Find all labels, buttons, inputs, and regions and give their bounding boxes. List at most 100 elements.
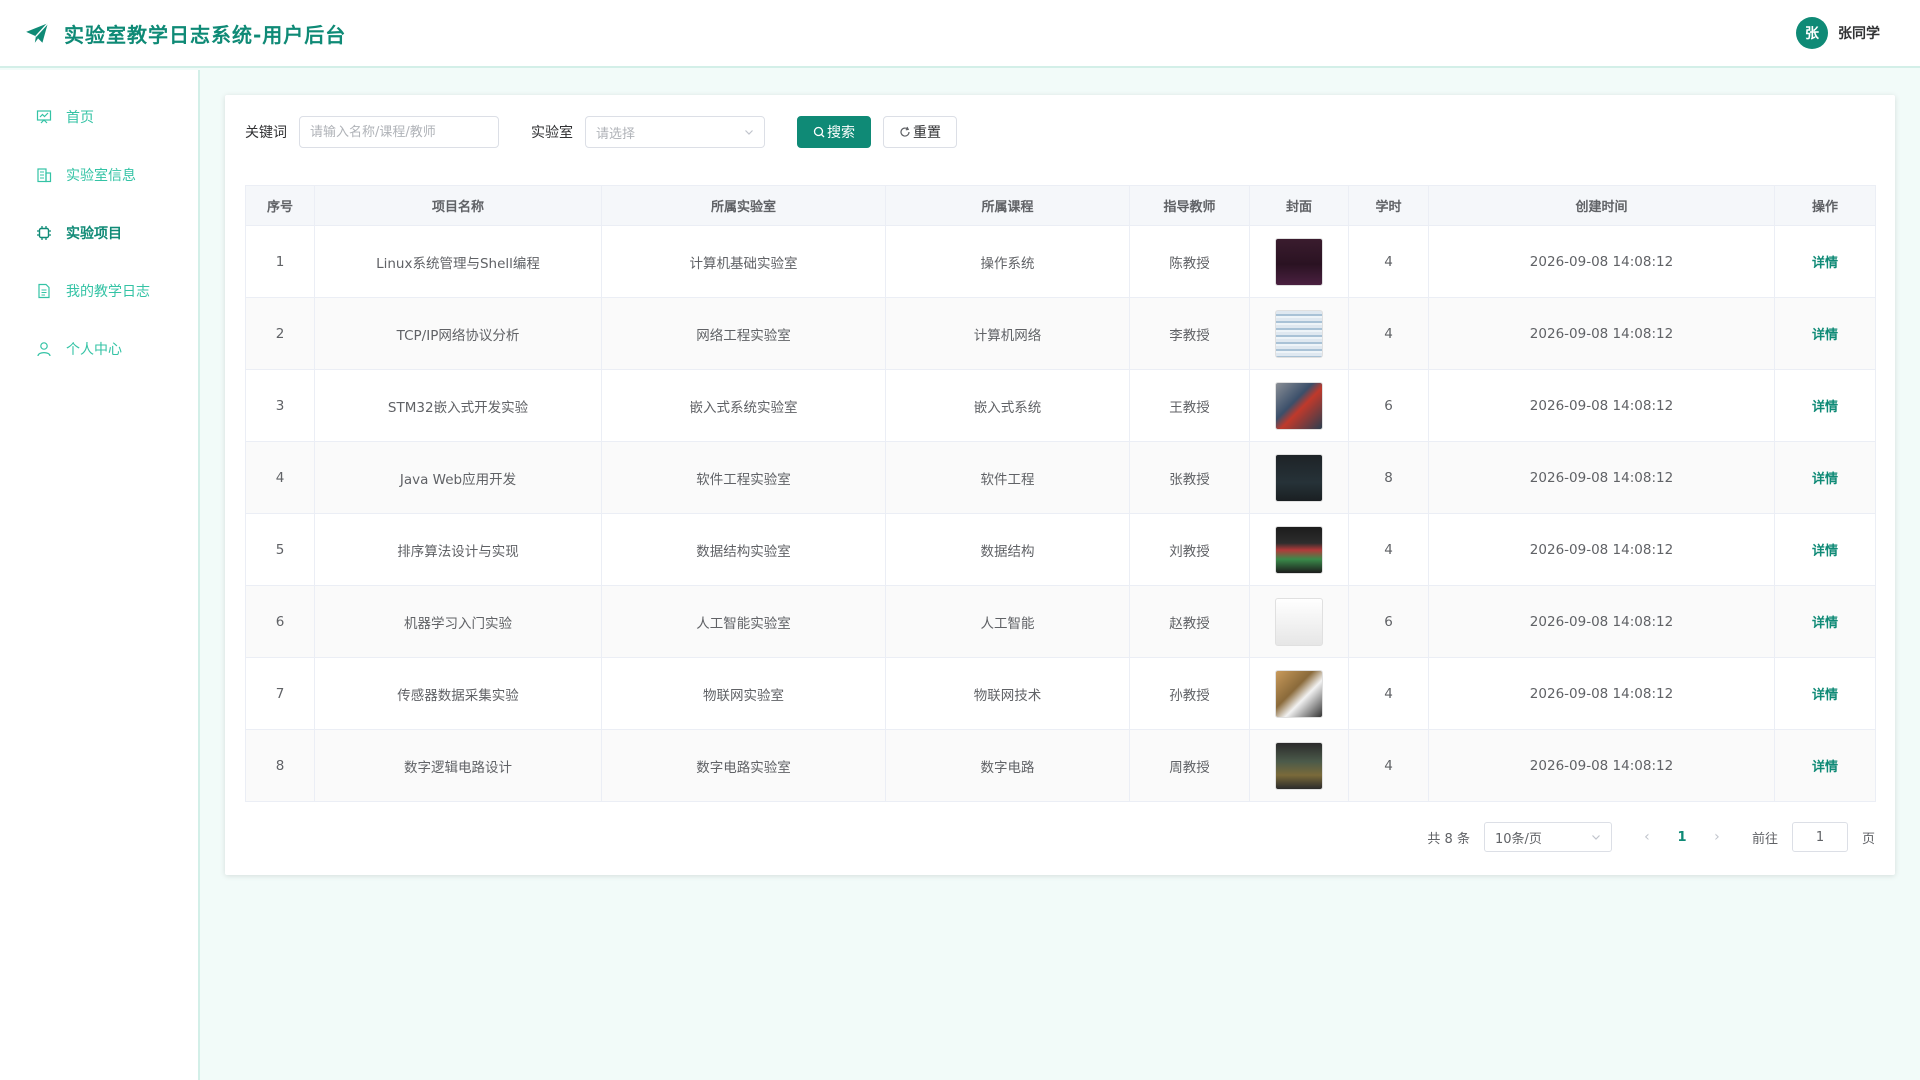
detail-link[interactable]: 详情 [1812,688,1838,703]
sidebar-item-label: 首页 [66,110,94,126]
cell-index: 3 [245,369,315,442]
cell-hours: 4 [1348,729,1429,802]
cover-thumbnail[interactable] [1275,525,1323,574]
sidebar-item-projects[interactable]: 实验项目 [0,204,198,262]
cell-index: 1 [245,225,315,298]
user-icon [37,342,51,357]
table-row: 5 排序算法设计与实现 数据结构实验室 数据结构 刘教授 4 2026-09-08 14:0… [245,513,1876,586]
sidebar-item-lab-info[interactable]: 实验室信息 [0,146,198,204]
cell-project-name: 机器学习入门实验 [314,585,602,658]
cell-hours: 6 [1348,585,1429,658]
detail-link[interactable]: 详情 [1812,328,1838,343]
column-header: 操作 [1774,185,1876,226]
cell-lab: 数据结构实验室 [601,513,886,586]
next-page-icon[interactable]: › [1708,829,1726,845]
detail-link[interactable]: 详情 [1812,400,1838,415]
detail-link[interactable]: 详情 [1812,616,1838,631]
cell-created-time: 2026-09-08 14:08:12 [1428,585,1775,658]
chevron-down-icon [1592,835,1600,840]
detail-link[interactable]: 详情 [1812,544,1838,559]
total-count: 共 8 条 [1427,831,1470,847]
project-table: 序号 项目名称 所属实验室 所属课程 指导教师 封面 学时 创建时间 操作 1L… [245,185,1876,802]
cell-created-time: 2026-09-08 14:08:12 [1428,369,1775,442]
user-menu[interactable]: 张 张同学 [1796,17,1880,49]
cell-index: 5 [245,513,315,586]
table-row: 1 Linux系统管理与Shell编程 计算机基础实验室 操作系统 陈教授 4 2026-0… [245,225,1876,298]
cell-cover [1249,297,1349,370]
search-button[interactable]: 搜索 [797,116,871,148]
cell-created-time: 2026-09-08 14:08:12 [1428,297,1775,370]
detail-link[interactable]: 详情 [1812,760,1838,775]
goto-label: 前往 [1751,831,1778,847]
refresh-icon [900,126,910,137]
sidebar-item-home[interactable]: 首页 [0,88,198,146]
cell-hours: 6 [1348,369,1429,442]
cell-project-name: 排序算法设计与实现 [314,513,602,586]
cell-course: 物联网技术 [885,657,1130,730]
cell-cover [1249,657,1349,730]
keyword-label: 关键词 [245,125,287,141]
reset-button[interactable]: 重置 [883,116,957,148]
cell-index: 8 [245,729,315,802]
cell-lab: 人工智能实验室 [601,585,886,658]
lab-select[interactable]: 请选择 [585,116,765,148]
reset-button-label: 重置 [913,125,941,141]
main-card: 关键词 实验室 请选择 搜索 重置 [225,95,1895,875]
column-header: 封面 [1249,185,1349,226]
cell-lab: 数字电路实验室 [601,729,886,802]
page-number[interactable]: 1 [1670,830,1694,845]
detail-link[interactable]: 详情 [1812,256,1838,271]
cell-course: 数据结构 [885,513,1130,586]
table-row: 6 机器学习入门实验 人工智能实验室 人工智能 赵教授 6 2026-09-08 14:08… [245,585,1876,658]
cell-cover [1249,369,1349,442]
cell-hours: 4 [1348,657,1429,730]
cover-thumbnail[interactable] [1275,237,1323,286]
table-row: 3 STM32嵌入式开发实验 嵌入式系统实验室 嵌入式系统 王教授 6 2026-09-08… [245,369,1876,442]
cell-project-name: Linux系统管理与Shell编程 [314,225,602,298]
column-header: 项目名称 [314,185,602,226]
sidebar-item-teaching-log[interactable]: 我的教学日志 [0,262,198,320]
cell-lab: 嵌入式系统实验室 [601,369,886,442]
cell-teacher: 孙教授 [1129,657,1250,730]
cell-course: 操作系统 [885,225,1130,298]
filter-bar: 关键词 实验室 请选择 搜索 重置 [245,115,957,149]
table-row: 2 TCP/IP网络协议分析 网络工程实验室 计算机网络 李教授 4 2026-09-08 … [245,297,1876,370]
sidebar-item-profile[interactable]: 个人中心 [0,320,198,378]
sidebar-item-label: 实验室信息 [66,168,136,184]
detail-link[interactable]: 详情 [1812,472,1838,487]
cover-thumbnail[interactable] [1275,453,1323,502]
column-header: 学时 [1348,185,1429,226]
cell-hours: 4 [1348,513,1429,586]
cell-teacher: 李教授 [1129,297,1250,370]
cell-lab: 物联网实验室 [601,657,886,730]
cover-thumbnail[interactable] [1275,309,1323,358]
cell-project-name: Java Web应用开发 [314,441,602,514]
page-suffix: 页 [1861,831,1875,847]
cell-hours: 4 [1348,297,1429,370]
column-header: 所属课程 [885,185,1130,226]
cell-course: 嵌入式系统 [885,369,1130,442]
column-header: 所属实验室 [601,185,886,226]
cover-thumbnail[interactable] [1275,669,1323,718]
cover-thumbnail[interactable] [1275,741,1323,790]
cell-lab: 软件工程实验室 [601,441,886,514]
goto-page-input[interactable] [1791,822,1848,852]
cell-course: 软件工程 [885,441,1130,514]
cover-thumbnail[interactable] [1275,381,1323,430]
user-name[interactable]: 张同学 [1838,23,1880,43]
prev-page-icon[interactable]: ‹ [1638,829,1656,845]
table-row: 4 Java Web应用开发 软件工程实验室 软件工程 张教授 8 2026-09-08 1… [245,441,1876,514]
keyword-input[interactable] [299,116,499,148]
app-title: 实验室教学日志系统-用户后台 [64,22,347,47]
cell-hours: 4 [1348,225,1429,298]
cell-teacher: 赵教授 [1129,585,1250,658]
cell-action: 详情 [1774,657,1876,730]
cell-cover [1249,225,1349,298]
paper-plane-icon [26,22,49,43]
sidebar-item-label: 个人中心 [66,342,122,358]
sidebar-item-label: 实验项目 [66,226,122,242]
cover-thumbnail[interactable] [1275,597,1323,646]
page-size-select[interactable]: 10条/页 [1483,822,1612,852]
cell-teacher: 刘教授 [1129,513,1250,586]
avatar[interactable]: 张 [1796,17,1828,49]
